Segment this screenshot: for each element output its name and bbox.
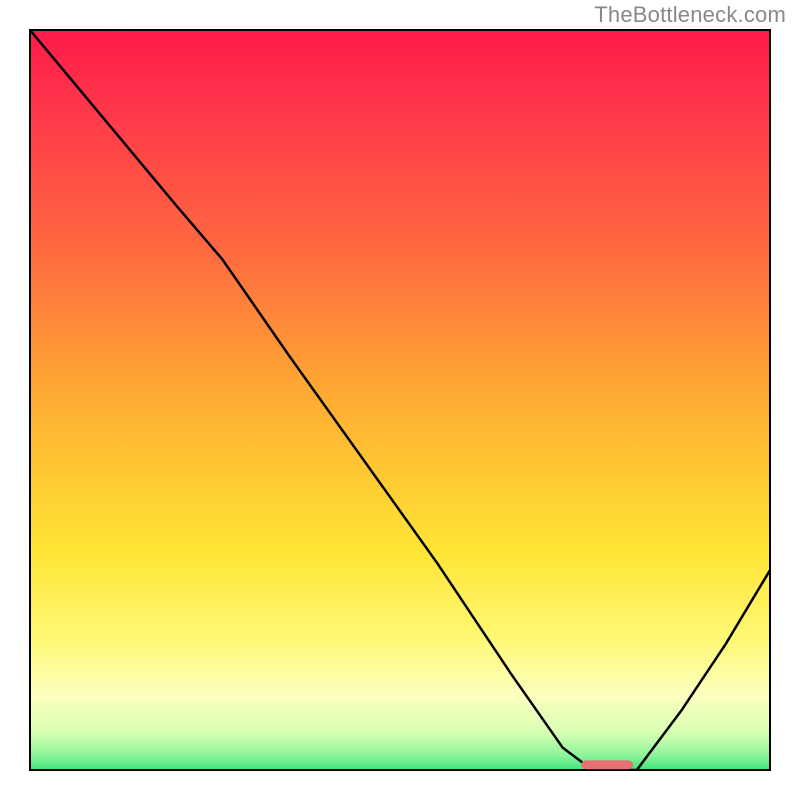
bottleneck-chart (0, 0, 800, 800)
watermark-text: TheBottleneck.com (594, 2, 786, 28)
optimal-marker (581, 760, 633, 769)
plot-background (30, 30, 770, 770)
